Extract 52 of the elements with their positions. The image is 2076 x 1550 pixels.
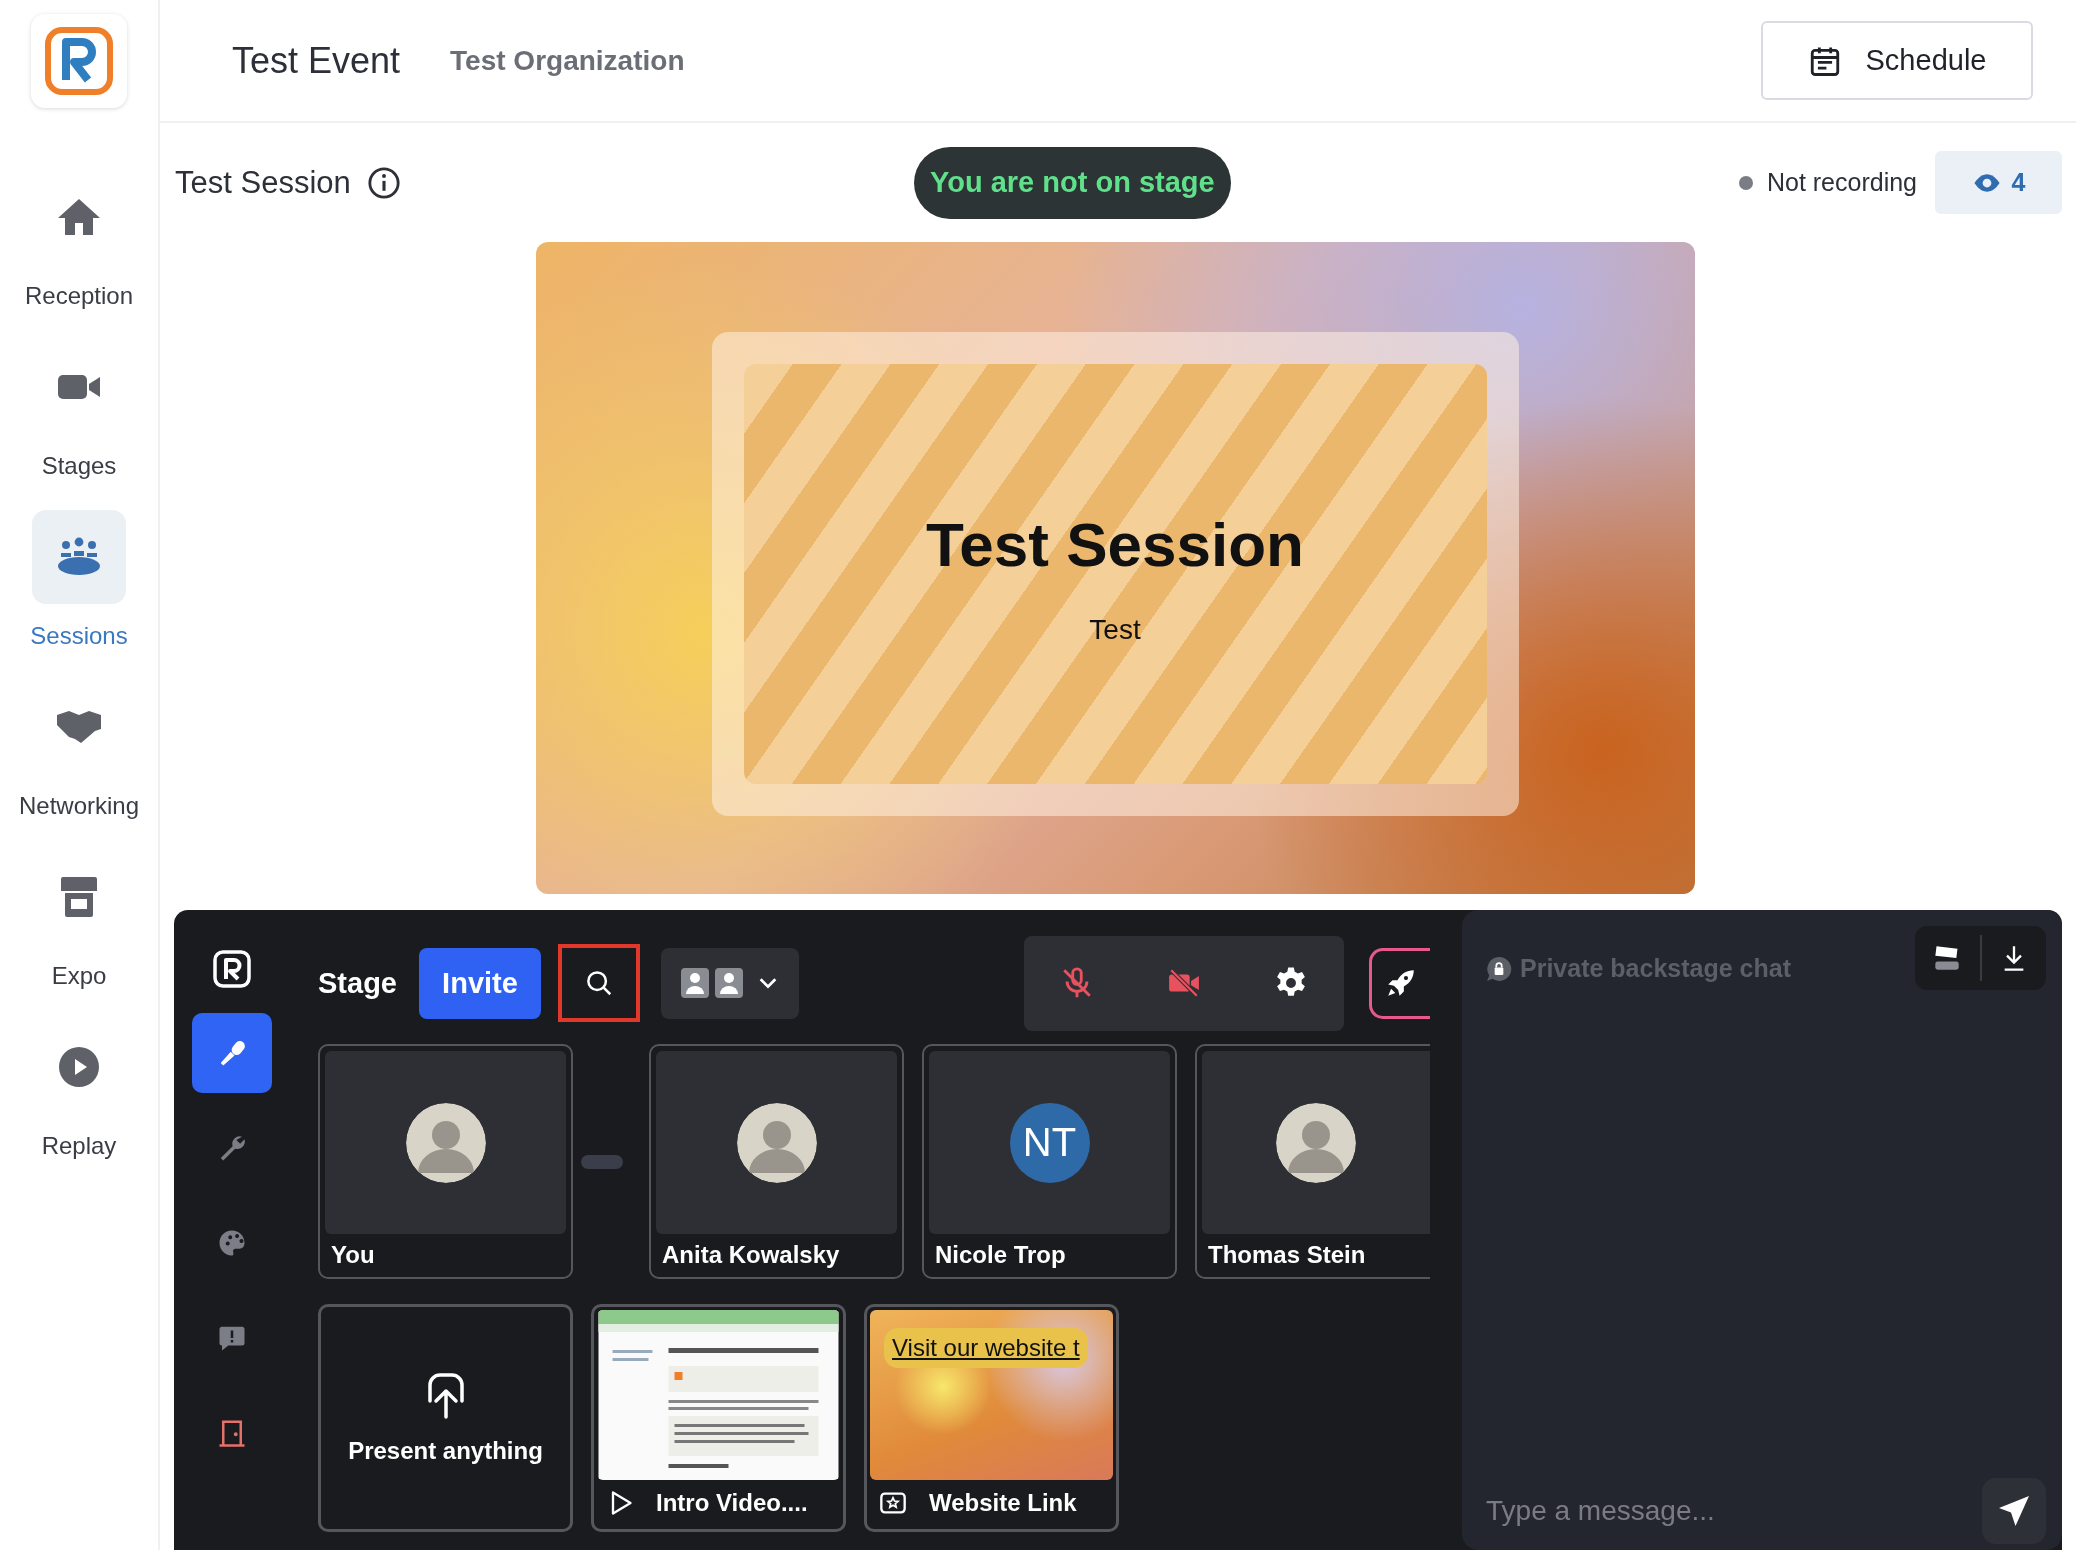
link-tile[interactable]: Visit our website t Website Link (864, 1304, 1119, 1532)
app-logo[interactable] (31, 14, 127, 108)
stage-label: Stage (318, 966, 397, 1000)
nav-item[interactable]: Reception (4, 170, 154, 310)
participant-tile[interactable]: You (318, 1044, 573, 1279)
stage-status-badge: You are not on stage (914, 146, 1231, 219)
viewer-count-badge: 4 (1935, 151, 2062, 214)
nav-item[interactable]: Expo (4, 850, 154, 990)
event-title: Test Event (232, 39, 401, 82)
nav-item[interactable]: Stages (4, 340, 154, 480)
recording-status: Not recording (1766, 168, 1917, 197)
schedule-button[interactable]: Schedule (1761, 21, 2033, 100)
video-tile[interactable]: Intro Video.... (591, 1304, 846, 1532)
go-live-button[interactable] (1369, 947, 1430, 1019)
banner-title: Test Session (926, 508, 1304, 580)
nav-item[interactable]: Replay (4, 1020, 154, 1160)
rail-button[interactable] (192, 1013, 272, 1093)
camera-off-icon (1167, 966, 1201, 1000)
initials-avatar: NT (1009, 1102, 1090, 1183)
lock-bubble-icon (1486, 955, 1512, 982)
stacked-bars-icon (1933, 944, 1962, 972)
palette-icon (217, 1228, 247, 1258)
participant-tile[interactable]: Thomas Stein (1195, 1044, 1430, 1279)
door-icon (217, 1418, 247, 1448)
search-icon (584, 968, 614, 998)
drag-handle[interactable] (581, 1154, 623, 1169)
nav-item[interactable]: Sessions (4, 510, 154, 650)
info-icon (366, 165, 401, 200)
website-link-text[interactable]: Visit our website t (884, 1328, 1088, 1368)
organization-name: Test Organization (450, 44, 685, 77)
tile-label: Intro Video.... (656, 1489, 808, 1517)
chat-title: Private backstage chat (1520, 954, 1791, 983)
participants-layout-icon (681, 968, 743, 998)
tile-label: Website Link (929, 1489, 1077, 1517)
participant-name: Anita Kowalsky (661, 1240, 841, 1269)
participant-name: Nicole Trop (934, 1240, 1067, 1269)
participant-tile[interactable]: NT Nicole Trop (922, 1044, 1177, 1279)
nav-item[interactable]: Networking (4, 680, 154, 820)
tile-label: Present anything (348, 1437, 543, 1465)
session-title: Test Session (175, 164, 351, 201)
banner-subtitle: Test (1089, 613, 1141, 646)
participant-tile[interactable]: Anita Kowalsky (649, 1044, 904, 1279)
send-button[interactable] (1982, 1478, 2046, 1544)
logo-icon (213, 950, 251, 988)
participant-name: Thomas Stein (1207, 1240, 1367, 1269)
message-input[interactable]: Type a message... (1486, 1481, 1970, 1541)
invite-button[interactable]: Invite (419, 947, 541, 1019)
layout-dropdown[interactable] (661, 947, 799, 1019)
logo-icon (44, 26, 114, 96)
participant-name: You (330, 1240, 376, 1269)
search-button[interactable] (558, 944, 640, 1022)
present-anything-tile[interactable]: Present anything (318, 1304, 573, 1532)
